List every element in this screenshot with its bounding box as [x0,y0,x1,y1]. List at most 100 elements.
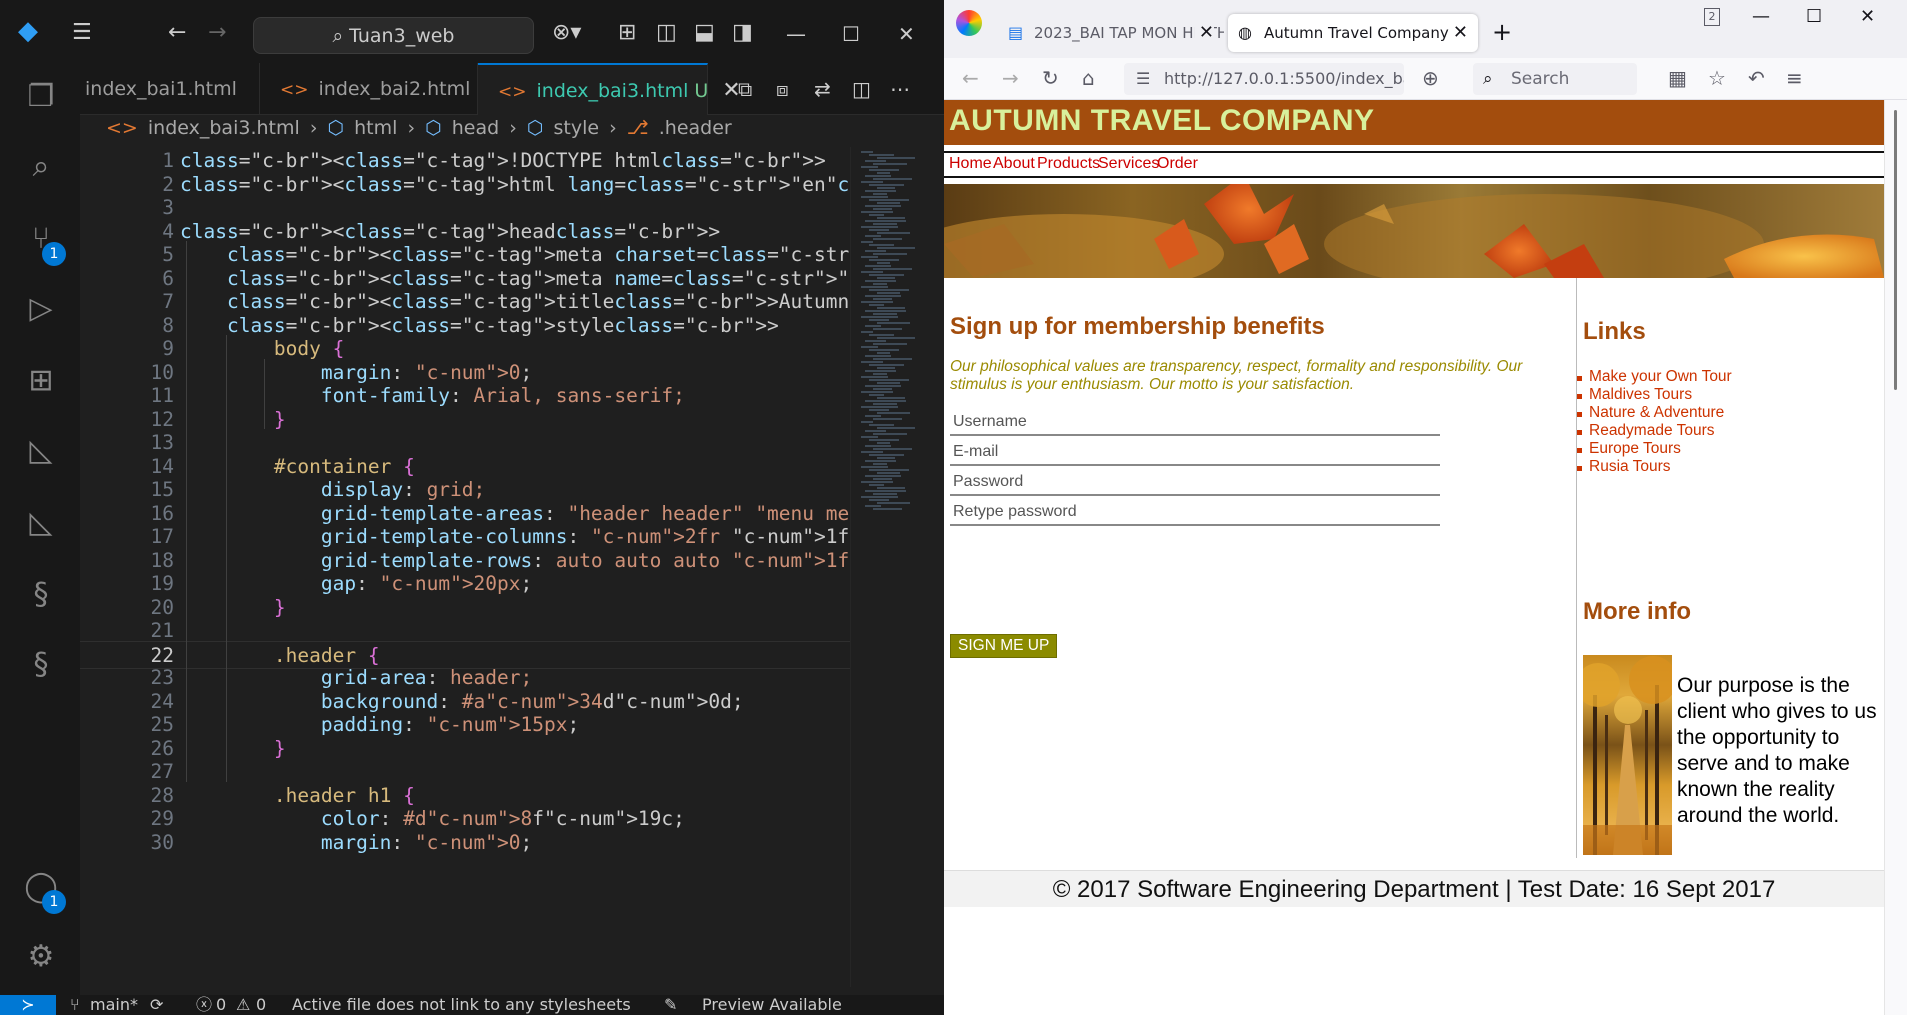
minimap-line [861,256,878,258]
browser-logo-icon[interactable] [956,10,982,36]
autumn-banner-image [944,184,1884,278]
breadcrumb-file[interactable]: index_bai3.html [148,117,300,139]
reload-icon[interactable]: ↻ [1042,67,1059,89]
split-editor-icon[interactable]: ◫ [852,77,871,101]
minimap-line [873,298,892,300]
forward-arrow-icon[interactable]: → [208,22,226,44]
browser-tab-docs[interactable]: ▤ 2023_BAI TAP MON HE THON ✕ [998,14,1224,52]
command-center-search[interactable]: ⌕ Tuan3_web [253,17,534,54]
breadcrumb-html[interactable]: html [354,117,397,139]
sidebar-link[interactable]: Make your Own Tour [1577,368,1732,386]
username-field[interactable] [950,410,1440,436]
search-bar[interactable]: ⌕ Search [1473,63,1637,95]
menu-link-about[interactable]: About [993,155,1035,173]
chart-icon[interactable]: ◺ [22,432,60,470]
maximize-icon[interactable]: ☐ [842,22,860,46]
minimap-line [865,250,886,252]
warning-count[interactable]: 0 [256,995,266,1015]
branch-name[interactable]: main* [90,995,138,1015]
close-icon[interactable]: ✕ [1448,14,1468,52]
home-icon[interactable]: ⌂ [1082,67,1095,89]
undo-icon[interactable]: ↶ [1748,67,1765,89]
preview-side-icon[interactable]: ⧈ [776,77,789,101]
preview-available[interactable]: Preview Available [702,995,842,1015]
explorer-icon[interactable]: ❐ [22,78,60,116]
toggle-secondary-sidebar-icon[interactable]: ◨ [732,22,753,44]
toggle-panel-icon[interactable]: ⬓ [694,22,715,44]
code-line[interactable]: 30 margin: "c-num">0; [80,829,850,858]
extensions-icon[interactable]: ⊞ [22,362,60,400]
copilot-icon[interactable]: ⊗▾ [552,22,581,44]
browser-tab-autumn[interactable]: ◍ Autumn Travel Company ✕ [1228,14,1478,52]
minimap[interactable] [850,147,944,987]
more-actions-icon[interactable]: ⋯ [890,77,910,101]
tab-index-bai3[interactable]: <> index_bai3.html U ✕ [478,63,741,115]
sidebar-link[interactable]: Europe Tours [1577,440,1732,458]
tab-index-bai2[interactable]: <> index_bai2.html [260,63,478,115]
sidebar-link[interactable]: Nature & Adventure [1577,404,1732,422]
sidebar-link[interactable]: Rusia Tours [1577,458,1732,476]
layout-customize-icon[interactable]: ⊞ [618,22,636,44]
menu-link-order[interactable]: Order [1157,155,1198,173]
toggle-sidebar-icon[interactable]: ◫ [656,22,677,44]
menu-link-products[interactable]: Products [1037,155,1100,173]
email-field[interactable] [950,440,1440,466]
sidebar-link[interactable]: Maldives Tours [1577,386,1732,404]
new-tab-icon[interactable]: + [1492,18,1512,46]
minimap-line [869,259,899,261]
minimap-line [869,394,884,396]
search-icon[interactable]: ⌕ [22,148,60,186]
minimap-line [861,376,888,378]
tab-index-bai1[interactable]: index_bai1.html [80,63,260,115]
url-bar[interactable]: ☰ http://127.0.0.1:5500/index_bai3. [1124,63,1404,95]
sign-me-up-button[interactable]: SIGN ME UP [950,634,1058,658]
back-arrow-icon[interactable]: ← [168,22,186,44]
breadcrumb-style[interactable]: style [554,117,600,139]
minimize-icon[interactable]: — [786,22,806,46]
minimize-icon[interactable]: — [1752,6,1770,27]
forward-arrow-icon[interactable]: → [1002,67,1019,89]
app-menu-icon[interactable]: ≡ [1786,67,1803,89]
minimap-line [861,481,893,483]
chart-alt-icon[interactable]: ◺ [22,504,60,542]
maximize-icon[interactable]: ☐ [1806,6,1822,27]
open-preview-icon[interactable]: ⧉ [738,77,752,101]
python-icon[interactable]: § [22,576,60,614]
scrollbar-thumb[interactable] [1894,110,1897,390]
close-icon[interactable]: ✕ [1194,14,1214,52]
breadcrumb-head[interactable]: head [452,117,499,139]
tab-label: index_bai2.html [318,78,471,100]
close-icon[interactable]: ✕ [1860,6,1875,27]
menu-link-services[interactable]: Services [1098,155,1159,173]
menu-icon[interactable]: ☰ [72,22,92,44]
vscode-logo-icon: ◆ [18,16,38,46]
python-env-icon[interactable]: § [22,646,60,684]
password-field[interactable] [950,470,1440,496]
run-debug-icon[interactable]: ▷ [22,290,60,328]
accounts-badge: 1 [42,890,66,914]
more-info-text: Our purpose is the client who gives to u… [1677,674,1877,827]
untracked-status: U [694,80,709,102]
extensions-grid-icon[interactable]: ▦ [1668,67,1687,89]
menu-link-home[interactable]: Home [949,155,992,173]
back-arrow-icon[interactable]: ← [962,67,979,89]
minimap-line [861,496,898,498]
tab-count-badge[interactable]: 2 [1704,8,1720,26]
breadcrumb-selector[interactable]: .header [659,117,732,139]
remote-indicator-icon[interactable]: ≻ [0,995,56,1015]
bookmarks-icon[interactable]: ☆ [1708,67,1726,89]
error-count[interactable]: 0 [216,995,226,1015]
settings-gear-icon[interactable]: ⚙ [22,938,60,976]
minimap-line [877,247,915,249]
zoom-icon[interactable]: ⊕ [1422,67,1439,89]
compare-changes-icon[interactable]: ⇄ [814,77,831,101]
close-icon[interactable]: ✕ [898,22,915,46]
sidebar-link[interactable]: Readymade Tours [1577,422,1732,440]
code-editor[interactable]: 1 class="c-br"><class="c-tag">!DOCTYPE ht… [80,147,850,1005]
indent-guide [186,241,187,782]
browser-nav-bar: ← → ↻ ⌂ ☰ http://127.0.0.1:5500/index_ba… [944,58,1907,100]
site-header: AUTUMN TRAVEL COMPANY [944,100,1884,145]
minimap-line [869,184,904,186]
retype-password-field[interactable] [950,500,1440,526]
sync-icon[interactable]: ⟳ [150,995,163,1015]
